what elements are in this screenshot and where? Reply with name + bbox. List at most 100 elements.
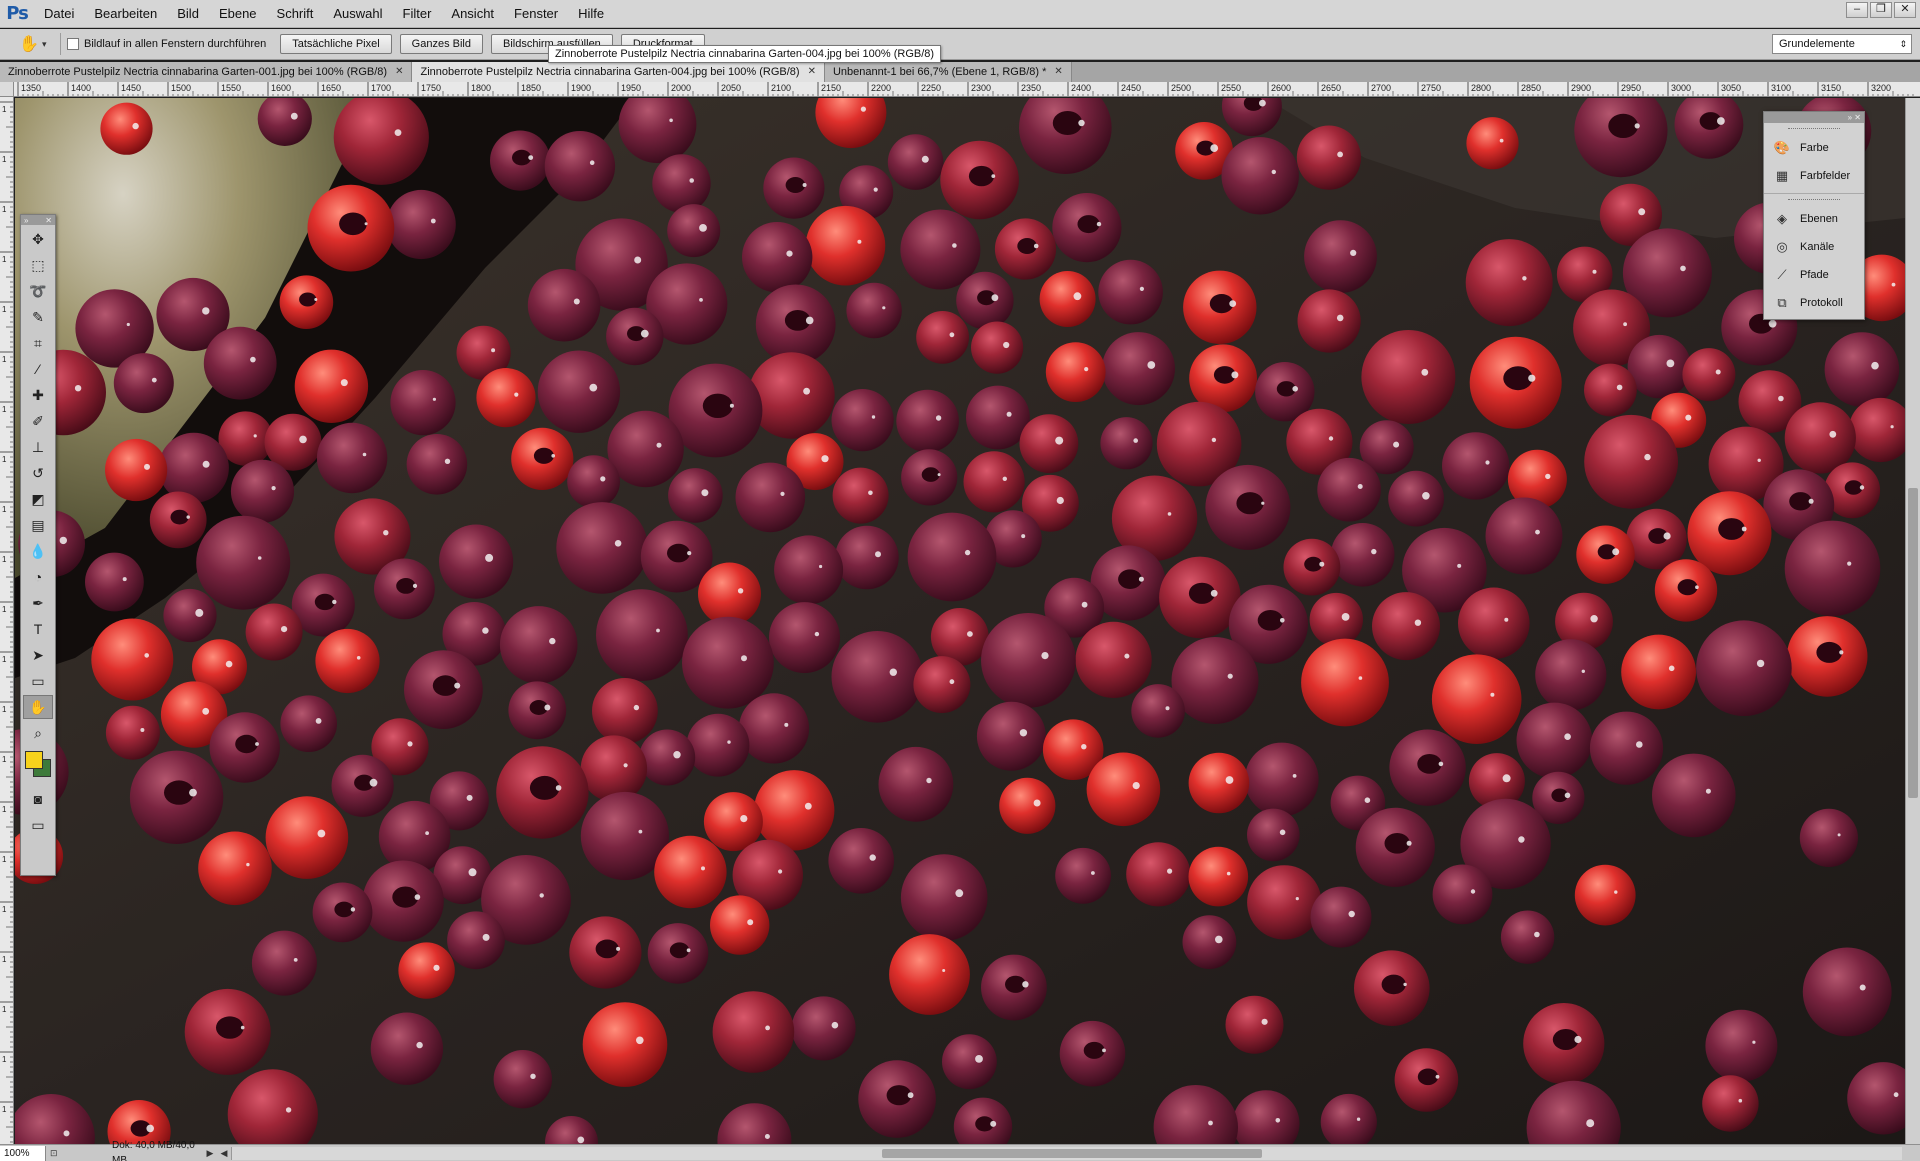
eyedropper-tool-icon[interactable]: ⁄ [23,357,53,381]
menu-datei[interactable]: Datei [34,0,84,28]
scroll-all-windows-checkbox[interactable] [67,38,79,50]
eraser-tool-icon[interactable]: ◩ [23,487,53,511]
group-grip[interactable] [1788,128,1840,132]
dock-expand-icon[interactable]: » ✕ [1848,113,1861,122]
status-menu-arrow-icon[interactable]: ▶ [203,1148,217,1159]
fungus-highlight [1139,286,1144,291]
actual-pixels-button[interactable]: Tatsächliche Pixel [280,34,392,54]
menu-fenster[interactable]: Fenster [504,0,568,28]
dock-grip[interactable]: » ✕ [1764,112,1864,123]
scroll-all-windows-label: Bildlauf in allen Fenstern durchführen [84,38,267,50]
ruler-label: 1 [2,305,7,314]
hand-tool-icon[interactable]: ✋ [16,33,42,55]
restore-button[interactable]: ❐ [1870,2,1892,18]
close-button[interactable]: ✕ [1894,2,1916,18]
hand-tool-icon[interactable]: ✋ [23,695,53,719]
fungus-ball [1247,865,1322,940]
menu-schrift[interactable]: Schrift [267,0,324,28]
ruler-label: 1 [2,255,7,264]
tab-close-icon[interactable]: ✕ [1054,62,1062,82]
history-brush-tool-icon[interactable]: ↺ [23,461,53,485]
fungus-highlight [1638,208,1646,216]
vertical-scroll-thumb[interactable] [1908,488,1918,798]
marquee-tool-icon[interactable]: ⬚ [23,253,53,277]
document-tab[interactable]: Unbenannt-1 bei 66,7% (Ebene 1, RGB/8) *… [824,62,1072,82]
gradient-tool-icon[interactable]: ▤ [23,513,53,537]
shape-tool-icon[interactable]: ▭ [23,669,53,693]
fungus-ball [976,701,1046,771]
menu-auswahl[interactable]: Auswahl [323,0,392,28]
fungus-ball [476,368,536,428]
panel-farbe[interactable]: 🎨 Farbe [1764,134,1864,162]
document-canvas[interactable] [15,98,1905,1144]
fungus-highlight [638,829,643,834]
scroll-left-icon[interactable]: ◀ [217,1148,231,1159]
ruler-label: 1450 [121,83,141,93]
horizontal-ruler[interactable]: 1350 1400 1450 1500 1550 1600 1650 1700 1750 1800… [14,82,1920,97]
menu-hilfe[interactable]: Hilfe [568,0,614,28]
panel-ebenen[interactable]: ◈ Ebenen [1764,205,1864,233]
fungus-pore [1381,974,1406,995]
minimize-button[interactable]: – [1846,2,1868,18]
tools-panel-grip[interactable]: » ✕ [21,215,55,225]
status-preview-icon[interactable]: ⊡ [50,1148,64,1159]
healing-tool-icon[interactable]: ✚ [23,383,53,407]
fungus-highlight [1614,890,1618,894]
fungus-ball [889,934,970,1015]
ruler-label: 1 [2,105,7,114]
foreground-color-swatch[interactable] [25,751,43,769]
zoom-tool-icon[interactable]: ⌕ [23,721,53,745]
fungus-highlight [1210,589,1218,597]
move-tool-icon[interactable]: ✥ [23,227,53,251]
menu-bild[interactable]: Bild [167,0,209,28]
fungus-highlight [952,243,957,248]
horizontal-scroll-thumb[interactable] [882,1148,1262,1158]
group-grip[interactable] [1788,199,1840,203]
type-tool-icon[interactable]: T [23,617,53,641]
vertical-ruler[interactable]: 1 1 1 1 1 1 1 1 1 1 1 1 1 1 1 1 1 1 1 1 1 [0,82,14,1144]
quick-select-tool-icon[interactable]: ✎ [23,305,53,329]
panel-pfade[interactable]: ⟋ Pfade [1764,261,1864,289]
vertical-scrollbar[interactable] [1905,98,1920,1144]
stamp-tool-icon[interactable]: ⊥ [23,435,53,459]
tab-close-icon[interactable]: ✕ [395,62,403,82]
menu-filter[interactable]: Filter [393,0,442,28]
fit-screen-button[interactable]: Ganzes Bild [399,34,483,54]
workspace-select[interactable]: Grundelemente ⇕ [1772,34,1912,54]
fungus-highlight [589,160,595,165]
pen-tool-icon[interactable]: ✒ [23,591,53,615]
menu-ansicht[interactable]: Ansicht [441,0,504,28]
menu-bearbeiten[interactable]: Bearbeiten [84,0,167,28]
path-select-tool-icon[interactable]: ➤ [23,643,53,667]
tab-close-icon[interactable]: ✕ [808,62,816,82]
brush-tool-icon[interactable]: ✐ [23,409,53,433]
quick-mask-icon[interactable]: ◙ [23,787,53,811]
blur-tool-icon[interactable]: 💧 [23,539,53,563]
horizontal-scrollbar[interactable] [231,1146,1902,1160]
fungus-ball [1466,117,1519,170]
document-info[interactable]: Dok: 40,0 MB/40,0 MB [68,1138,203,1161]
menu-ebene[interactable]: Ebene [209,0,267,28]
photoshop-logo[interactable]: Ps [0,0,34,28]
fungus-highlight [942,969,946,972]
document-tab[interactable]: Zinnoberrote Pustelpilz Nectria cinnabar… [0,62,413,82]
panel-kanäle[interactable]: ◎ Kanäle [1764,233,1864,261]
lasso-tool-icon[interactable]: ➰ [23,279,53,303]
ruler-label: 1 [2,405,7,414]
dodge-tool-icon[interactable]: ◔ [23,565,53,589]
collapse-icon[interactable]: » [24,216,28,225]
panel-close-icon[interactable]: ✕ [45,216,52,225]
panel-farbfelder[interactable]: ▦ Farbfelder [1764,162,1864,190]
document-tab[interactable]: Zinnoberrote Pustelpilz Nectria cinnabar… [412,62,825,82]
tool-preset-chevron-icon[interactable]: ▾ [42,39,54,50]
crop-tool-icon[interactable]: ⌗ [23,331,53,355]
zoom-field[interactable]: 100% [0,1145,46,1161]
ruler-origin[interactable] [0,82,14,97]
scroll-all-windows-option[interactable]: Bildlauf in allen Fenstern durchführen [67,38,266,50]
panel-protokoll[interactable]: ⧉ Protokoll [1764,289,1864,317]
fungus-highlight [466,794,473,801]
fungus-highlight [1435,1074,1440,1079]
fungus-highlight [1337,151,1343,158]
fungus-ball [1310,886,1372,948]
screen-mode-icon[interactable]: ▭ [23,813,53,837]
